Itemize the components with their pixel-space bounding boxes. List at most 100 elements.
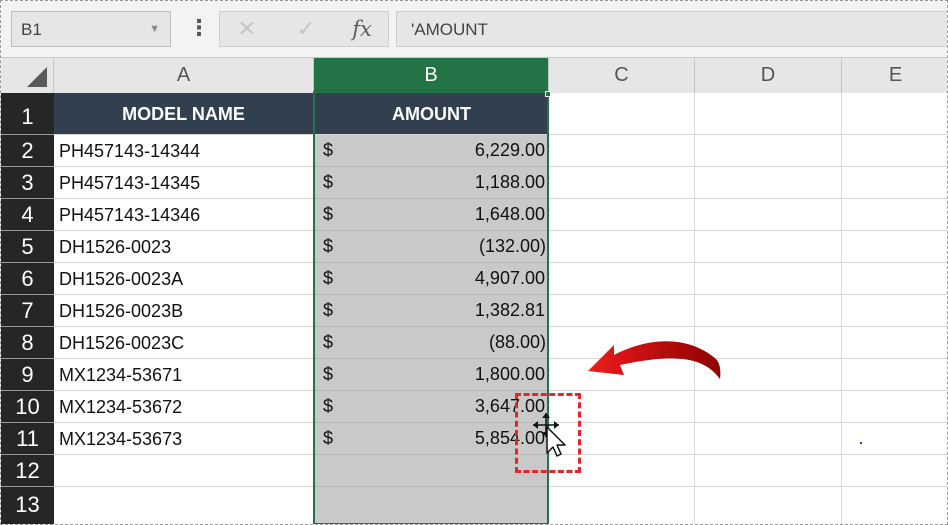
- vertical-dots-icon[interactable]: ⋮: [188, 14, 210, 44]
- currency-symbol: $: [323, 140, 334, 160]
- cell-e12[interactable]: [842, 455, 947, 487]
- cell-b3[interactable]: $1,188.00: [314, 167, 549, 199]
- cell-b4[interactable]: $1,648.00: [314, 199, 549, 231]
- cell-d1[interactable]: [695, 93, 842, 135]
- cell-b12[interactable]: [314, 455, 549, 487]
- cell-a5[interactable]: DH1526-0023: [54, 231, 314, 263]
- row-header-4[interactable]: 4: [1, 199, 54, 231]
- row-header-13[interactable]: 13: [1, 487, 54, 524]
- cell-c7[interactable]: [549, 295, 695, 327]
- name-box[interactable]: B1 ▼: [11, 11, 171, 47]
- formula-bar: B1 ▼ ⋮ ✕ ✓ fx 'AMOUNT: [1, 1, 947, 58]
- column-header-c[interactable]: C: [549, 58, 695, 93]
- row-header-1[interactable]: 1: [1, 93, 54, 135]
- currency-symbol: $: [323, 172, 334, 192]
- cell-b11[interactable]: $5,854.00: [314, 423, 549, 455]
- column-header-e[interactable]: E: [842, 58, 947, 93]
- fill-handle[interactable]: [545, 91, 551, 97]
- amount-value: 1,188.00: [474, 172, 545, 192]
- cell-a3[interactable]: PH457143-14345: [54, 167, 314, 199]
- cell-d5[interactable]: [695, 231, 842, 263]
- formula-input[interactable]: 'AMOUNT: [396, 11, 947, 47]
- cell-c1[interactable]: [549, 93, 695, 135]
- formula-value: 'AMOUNT: [411, 20, 488, 39]
- cell-b13[interactable]: [314, 487, 549, 524]
- spreadsheet-window: B1 ▼ ⋮ ✕ ✓ fx 'AMOUNT A B C D E 1 2 3 4 …: [0, 0, 948, 525]
- row-header-6[interactable]: 6: [1, 263, 54, 295]
- column-header-b[interactable]: B: [314, 58, 549, 93]
- amount-value: 6,229.00: [474, 140, 545, 160]
- cell-c10[interactable]: [549, 391, 695, 423]
- cell-b8[interactable]: $ (88.00): [314, 327, 549, 359]
- cell-b5[interactable]: $ (132.00): [314, 231, 549, 263]
- cell-d10[interactable]: [695, 391, 842, 423]
- amount-value: 1,648.00: [474, 204, 545, 224]
- row-header-7[interactable]: 7: [1, 295, 54, 327]
- cell-a4[interactable]: PH457143-14346: [54, 199, 314, 231]
- cell-e13[interactable]: [842, 487, 947, 524]
- cell-e7[interactable]: [842, 295, 947, 327]
- check-icon[interactable]: ✓: [286, 15, 326, 43]
- cell-a1-header[interactable]: MODEL NAME: [54, 93, 314, 135]
- cell-c3[interactable]: [549, 167, 695, 199]
- cell-d11[interactable]: [695, 423, 842, 455]
- row-header-8[interactable]: 8: [1, 327, 54, 359]
- cell-c12[interactable]: [549, 455, 695, 487]
- cell-a10[interactable]: MX1234-53672: [54, 391, 314, 423]
- row-header-11[interactable]: 11: [1, 423, 54, 455]
- close-icon[interactable]: ✕: [227, 15, 267, 43]
- cell-a9[interactable]: MX1234-53671: [54, 359, 314, 391]
- cell-e5[interactable]: [842, 231, 947, 263]
- cell-e8[interactable]: [842, 327, 947, 359]
- column-header-d[interactable]: D: [695, 58, 842, 93]
- cell-a13[interactable]: [54, 487, 314, 524]
- cell-c13[interactable]: [549, 487, 695, 524]
- cell-b10[interactable]: $3,647.00: [314, 391, 549, 423]
- cell-d4[interactable]: [695, 199, 842, 231]
- row-header-5[interactable]: 5: [1, 231, 54, 263]
- cell-a8[interactable]: DH1526-0023C: [54, 327, 314, 359]
- cell-a6[interactable]: DH1526-0023A: [54, 263, 314, 295]
- row-header-12[interactable]: 12: [1, 455, 54, 487]
- cell-b9[interactable]: $1,800.00: [314, 359, 549, 391]
- cell-d2[interactable]: [695, 135, 842, 167]
- cell-d3[interactable]: [695, 167, 842, 199]
- currency-symbol: $: [323, 300, 334, 320]
- cell-d13[interactable]: [695, 487, 842, 524]
- cell-a12[interactable]: [54, 455, 314, 487]
- currency-symbol: $: [323, 332, 334, 352]
- cell-e3[interactable]: [842, 167, 947, 199]
- cell-a2[interactable]: PH457143-14344: [54, 135, 314, 167]
- select-all-button[interactable]: [1, 58, 54, 93]
- cell-b1-header[interactable]: AMOUNT: [314, 93, 549, 135]
- cell-e6[interactable]: [842, 263, 947, 295]
- row-header-3[interactable]: 3: [1, 167, 54, 199]
- cell-d7[interactable]: [695, 295, 842, 327]
- cell-b7[interactable]: $1,382.81: [314, 295, 549, 327]
- chevron-down-icon[interactable]: ▼: [149, 23, 160, 35]
- cell-a7[interactable]: DH1526-0023B: [54, 295, 314, 327]
- cell-b6[interactable]: $4,907.00: [314, 263, 549, 295]
- row-header-10[interactable]: 10: [1, 391, 54, 423]
- cell-e10[interactable]: [842, 391, 947, 423]
- fx-icon[interactable]: fx: [342, 15, 382, 43]
- cell-a11[interactable]: MX1234-53673: [54, 423, 314, 455]
- cell-e4[interactable]: [842, 199, 947, 231]
- row-header-9[interactable]: 9: [1, 359, 54, 391]
- cell-d6[interactable]: [695, 263, 842, 295]
- cell-c11[interactable]: [549, 423, 695, 455]
- cell-c4[interactable]: [549, 199, 695, 231]
- cell-c2[interactable]: [549, 135, 695, 167]
- cell-e11[interactable]: [842, 423, 947, 455]
- column-header-a[interactable]: A: [54, 58, 314, 93]
- cell-c5[interactable]: [549, 231, 695, 263]
- row-header-2[interactable]: 2: [1, 135, 54, 167]
- cell-c6[interactable]: [549, 263, 695, 295]
- cell-e9[interactable]: [842, 359, 947, 391]
- cell-d12[interactable]: [695, 455, 842, 487]
- select-all-triangle-icon: [27, 67, 47, 87]
- cell-b2[interactable]: $6,229.00: [314, 135, 549, 167]
- amount-value: 1,382.81: [474, 300, 545, 320]
- cell-e1[interactable]: [842, 93, 947, 135]
- cell-e2[interactable]: [842, 135, 947, 167]
